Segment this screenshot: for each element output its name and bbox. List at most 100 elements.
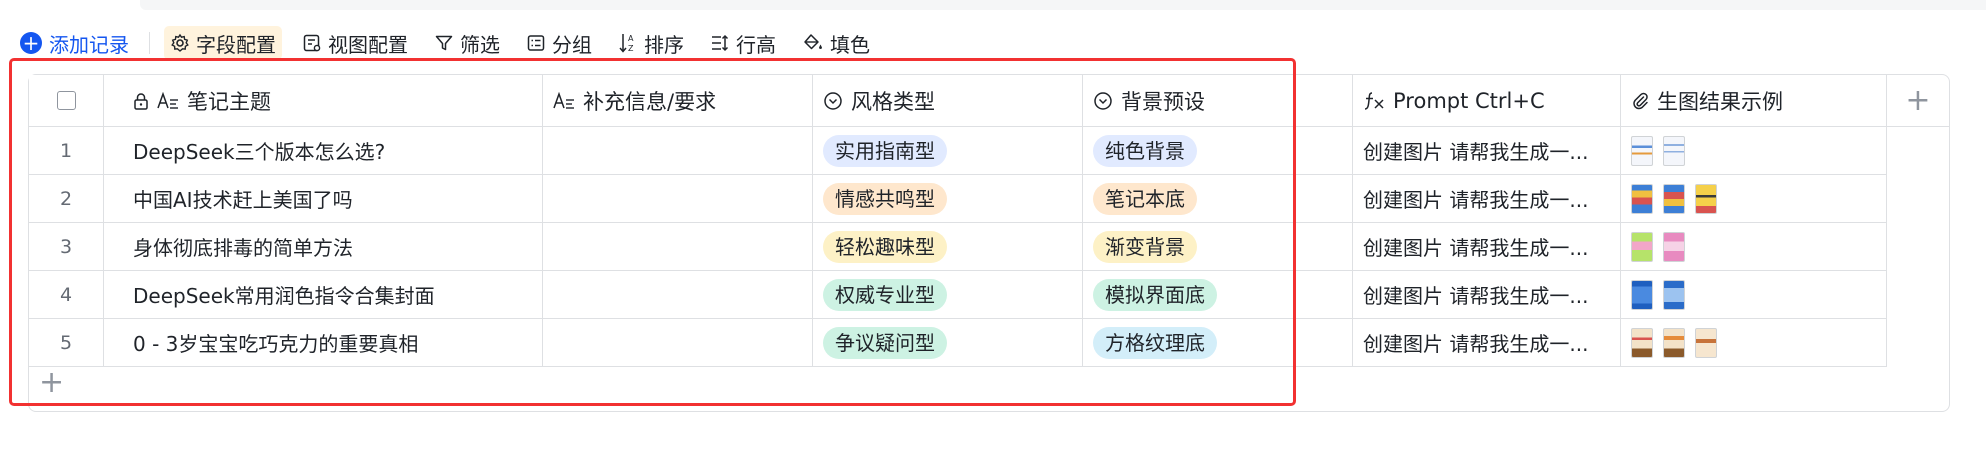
gear-icon	[171, 33, 189, 52]
row-number[interactable]: 5	[29, 319, 104, 367]
row-number[interactable]: 2	[29, 175, 104, 223]
table-cell-background[interactable]: 笔记本底	[1083, 175, 1353, 223]
background-tag: 纯色背景	[1093, 134, 1197, 167]
row-height-label: 行高	[736, 32, 776, 57]
fill-color-label: 填色	[830, 32, 870, 57]
column-header-label: 风格类型	[851, 89, 935, 114]
image-thumbnail[interactable]	[1631, 183, 1653, 214]
single-select-icon	[824, 91, 842, 110]
image-thumbnail[interactable]	[1695, 183, 1717, 214]
table-cell-style[interactable]: 争议疑问型	[813, 319, 1083, 367]
image-thumbnail[interactable]	[1695, 327, 1717, 358]
table-cell-background[interactable]: 渐变背景	[1083, 223, 1353, 271]
sort-button[interactable]: AZ 排序	[612, 26, 690, 60]
formula-icon	[1364, 91, 1384, 110]
table-cell-extra[interactable]	[543, 319, 813, 367]
filter-icon	[435, 35, 453, 51]
view-config-button[interactable]: 视图配置	[296, 26, 414, 60]
table-cell-prompt[interactable]: 创建图片 请帮我生成一...	[1353, 127, 1621, 175]
column-header-style[interactable]: 风格类型	[813, 75, 1083, 127]
column-header-label: Prompt Ctrl+C	[1393, 88, 1545, 113]
table-cell-images[interactable]	[1621, 319, 1887, 367]
filter-label: 筛选	[460, 32, 500, 57]
column-header-label: 补充信息/要求	[583, 89, 717, 114]
row-number[interactable]: 1	[29, 127, 104, 175]
table-cell-background[interactable]: 纯色背景	[1083, 127, 1353, 175]
table-cell-extra[interactable]	[543, 271, 813, 319]
toolbar-divider	[149, 32, 150, 54]
text-field-icon	[157, 91, 178, 109]
attachment-icon	[1633, 92, 1648, 109]
group-label: 分组	[552, 32, 592, 57]
plus-icon: +	[1905, 83, 1931, 118]
table-cell-extra[interactable]	[543, 223, 813, 271]
table-cell-background[interactable]: 模拟界面底	[1083, 271, 1353, 319]
sort-icon: AZ	[619, 34, 634, 53]
text-field-icon	[553, 91, 574, 109]
table-cell-images[interactable]	[1621, 175, 1887, 223]
select-all-header	[29, 75, 104, 127]
image-thumbnail[interactable]	[1631, 135, 1653, 166]
field-config-button[interactable]: 字段配置	[164, 26, 282, 60]
image-thumbnail[interactable]	[1663, 183, 1685, 214]
style-tag: 权威专业型	[823, 278, 947, 311]
table-cell-prompt[interactable]: 创建图片 请帮我生成一...	[1353, 271, 1621, 319]
add-record-button[interactable]: + 添加记录	[14, 26, 135, 60]
background-tag: 模拟界面底	[1093, 278, 1217, 311]
view-config-label: 视图配置	[328, 32, 408, 57]
add-row-button[interactable]: +	[39, 368, 64, 398]
row-height-button[interactable]: 行高	[704, 26, 782, 60]
filter-button[interactable]: 筛选	[428, 26, 506, 60]
table-cell-extra[interactable]	[543, 175, 813, 223]
table-cell-style[interactable]: 实用指南型	[813, 127, 1083, 175]
sort-label: 排序	[644, 32, 684, 57]
column-header-label: 笔记主题	[187, 89, 271, 114]
style-tag: 情感共鸣型	[823, 182, 947, 215]
add-record-label: 添加记录	[49, 32, 129, 57]
table-cell-prompt[interactable]: 创建图片 请帮我生成一...	[1353, 175, 1621, 223]
group-button[interactable]: 分组	[520, 26, 598, 60]
column-header-label: 背景预设	[1121, 89, 1205, 114]
background-tag: 渐变背景	[1093, 230, 1197, 263]
style-tag: 争议疑问型	[823, 326, 947, 359]
table-cell-topic[interactable]: 0 - 3岁宝宝吃巧克力的重要真相	[104, 319, 543, 367]
image-thumbnail[interactable]	[1663, 327, 1685, 358]
table-cell-topic[interactable]: DeepSeek常用润色指令合集封面	[104, 271, 543, 319]
image-thumbnail[interactable]	[1631, 279, 1653, 310]
table-cell-background[interactable]: 方格纹理底	[1083, 319, 1353, 367]
table-cell-topic[interactable]: 中国AI技术赶上美国了吗	[104, 175, 543, 223]
field-config-label: 字段配置	[196, 32, 276, 57]
column-header-topic[interactable]: 笔记主题	[104, 75, 543, 127]
table-cell-prompt[interactable]: 创建图片 请帮我生成一...	[1353, 319, 1621, 367]
data-table: 笔记主题 补充信息/要求 风格类型 背景预设 Prompt Ctrl+C 生图结…	[28, 74, 1950, 412]
column-header-label: 生图结果示例	[1657, 89, 1783, 114]
image-thumbnail[interactable]	[1663, 279, 1685, 310]
table-cell-prompt[interactable]: 创建图片 请帮我生成一...	[1353, 223, 1621, 271]
image-thumbnail[interactable]	[1631, 231, 1653, 262]
column-header-background[interactable]: 背景预设	[1083, 75, 1353, 127]
image-thumbnail[interactable]	[1631, 327, 1653, 358]
table-cell-images[interactable]	[1621, 127, 1887, 175]
row-number[interactable]: 4	[29, 271, 104, 319]
table-cell-topic[interactable]: DeepSeek三个版本怎么选?	[104, 127, 543, 175]
image-thumbnail[interactable]	[1663, 231, 1685, 262]
table-cell-topic[interactable]: 身体彻底排毒的简单方法	[104, 223, 543, 271]
column-header-images[interactable]: 生图结果示例	[1621, 75, 1887, 127]
plus-circle-icon: +	[20, 32, 42, 54]
column-header-prompt[interactable]: Prompt Ctrl+C	[1353, 75, 1621, 127]
table-cell-extra[interactable]	[543, 127, 813, 175]
table-cell-style[interactable]: 权威专业型	[813, 271, 1083, 319]
table-cell-style[interactable]: 轻松趣味型	[813, 223, 1083, 271]
select-all-checkbox[interactable]	[56, 91, 76, 110]
add-column-button[interactable]: +	[1886, 75, 1950, 127]
table-cell-style[interactable]: 情感共鸣型	[813, 175, 1083, 223]
row-number[interactable]: 3	[29, 223, 104, 271]
fill-color-button[interactable]: 填色	[796, 26, 876, 60]
column-header-extra[interactable]: 补充信息/要求	[543, 75, 813, 127]
table-cell-images[interactable]	[1621, 271, 1887, 319]
table-cell-images[interactable]	[1621, 223, 1887, 271]
paint-bucket-icon	[804, 34, 822, 50]
background-tag: 笔记本底	[1093, 182, 1197, 215]
image-thumbnail[interactable]	[1663, 135, 1685, 166]
toolbar: + 添加记录 字段配置 视图配置 筛选 分组 AZ 排序 行高 填色	[14, 26, 890, 60]
